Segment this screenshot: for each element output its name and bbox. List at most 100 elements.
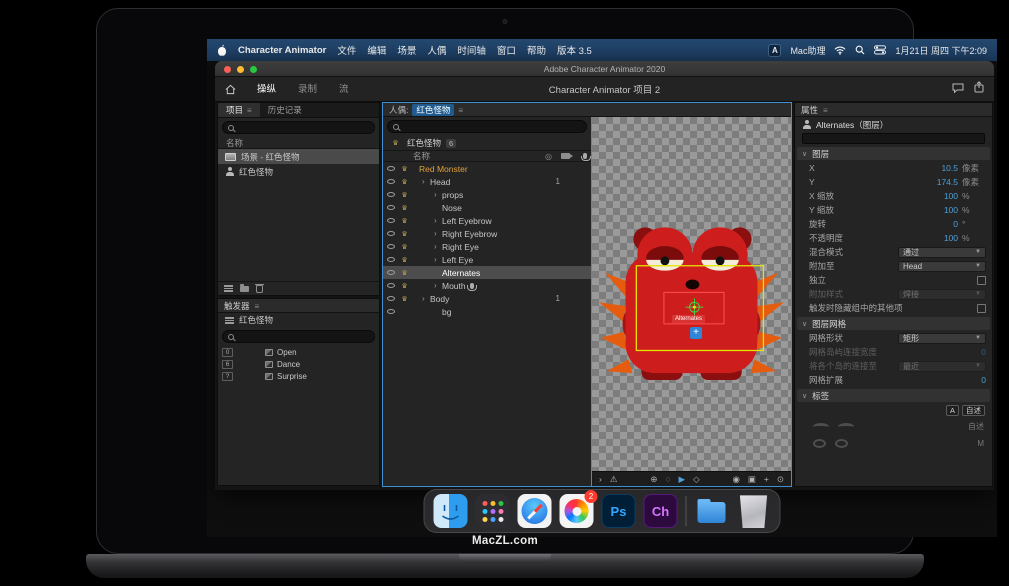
puppet-layer-row[interactable]: ♛ › Right Eyebrow [383, 227, 591, 240]
expander-arrow-icon[interactable]: › [434, 190, 442, 199]
menubar-menu-item[interactable]: 版本 3.5 [557, 43, 592, 57]
camera-icon[interactable]: ▣ [748, 474, 756, 485]
crown-icon[interactable]: ♛ [398, 204, 411, 212]
visibility-eye-icon[interactable] [383, 257, 398, 262]
visibility-eye-icon[interactable] [383, 218, 398, 223]
menubar-menu-item[interactable]: 时间轴 [457, 43, 486, 57]
property-value[interactable]: 0 [981, 375, 986, 385]
puppet-layer-row[interactable]: ♛ › Left Eyebrow [383, 214, 591, 227]
downloads-folder-dock-icon[interactable] [695, 494, 729, 528]
property-dropdown[interactable]: 焊接 ▼ [898, 289, 986, 300]
property-checkbox[interactable] [977, 276, 986, 285]
project-panel-tab[interactable]: 历史记录 [260, 103, 310, 117]
assistant-badge-icon[interactable]: A [768, 44, 781, 57]
expander-arrow-icon[interactable]: › [434, 242, 442, 251]
spotlight-search-icon[interactable] [855, 45, 865, 55]
layer-name-field[interactable] [802, 133, 985, 144]
add-trigger-button[interactable] [690, 327, 702, 339]
tag-badge[interactable]: 自述 [962, 405, 985, 416]
puppet-pin-tool-icon[interactable]: ◇ [693, 474, 700, 485]
photoshop-dock-icon[interactable]: Ps [602, 494, 636, 528]
menubar-datetime[interactable]: 1月21日 周四 下午2:09 [895, 44, 987, 57]
lasso-tool-icon[interactable]: ◌ [665, 474, 670, 484]
puppet-layer-row[interactable]: ♛ › Body 1 [383, 292, 591, 305]
tag-badge[interactable]: A [946, 405, 959, 416]
trigger-row[interactable]: 6 Dance [218, 358, 379, 370]
puppet-layer-row[interactable]: ♛ › Right Eye [383, 240, 591, 253]
puppet-layer-row[interactable]: ♛ › bg [383, 305, 591, 318]
control-center-icon[interactable] [874, 45, 886, 55]
crown-icon[interactable]: ♛ [398, 243, 411, 251]
new-folder-icon[interactable] [240, 286, 249, 292]
puppet-root-row[interactable]: ♛ 红色怪物 6 [383, 136, 591, 150]
visibility-eye-icon[interactable] [383, 179, 398, 184]
wifi-icon[interactable] [834, 46, 846, 55]
property-value[interactable]: 0 [953, 219, 958, 229]
panel-menu-icon[interactable] [247, 103, 252, 118]
project-panel-tab[interactable]: 项目 [218, 103, 260, 117]
puppet-layer-row[interactable]: ♛ › props [383, 188, 591, 201]
menubar-menu-item[interactable]: 窗口 [497, 43, 516, 57]
property-dropdown[interactable]: 通过 ▼ [898, 247, 986, 258]
color-wheel-app-dock-icon[interactable]: 2 [560, 494, 594, 528]
puppet-search-input[interactable] [387, 120, 587, 133]
puppet-layer-row[interactable]: ♛ › Left Eye [383, 253, 591, 266]
trigger-row[interactable]: 0 Open [218, 346, 379, 358]
crown-icon[interactable]: ♛ [398, 282, 411, 290]
hand-tool-icon[interactable]: ⊕ [650, 474, 657, 485]
tag-ghost-row[interactable]: 自述 [795, 418, 992, 435]
center-view-icon[interactable]: ⊙ [777, 474, 784, 485]
visibility-eye-icon[interactable] [383, 205, 398, 210]
visibility-eye-icon[interactable] [383, 192, 398, 197]
property-value[interactable]: 0 [981, 347, 986, 357]
menubar-menu-item[interactable]: 人偶 [427, 43, 446, 57]
puppet-layer-row[interactable]: ♛ › Mouth [383, 279, 591, 292]
property-value[interactable]: 100 [944, 233, 958, 243]
expander-arrow-icon[interactable]: › [434, 255, 442, 264]
mesh-section-header[interactable]: ∨ 图层网格 [797, 317, 990, 330]
menubar-menu-item[interactable]: 编辑 [367, 43, 386, 57]
select-tool-icon[interactable]: ▶ [679, 474, 686, 485]
expander-arrow-icon[interactable]: › [434, 216, 442, 225]
apple-logo-icon[interactable] [217, 44, 227, 56]
crown-icon[interactable]: ♛ [398, 217, 411, 225]
triggers-search-input[interactable] [222, 330, 375, 343]
expander-arrow-icon[interactable]: › [422, 294, 430, 303]
property-value[interactable]: 100 [944, 205, 958, 215]
menubar-menu-item[interactable]: 帮助 [527, 43, 546, 57]
expand-icon[interactable]: › [599, 474, 602, 484]
pin-icon[interactable]: + [764, 474, 769, 484]
puppet-layer-row[interactable]: ♛ › Head 1 [383, 175, 591, 188]
visibility-eye-icon[interactable] [383, 283, 398, 288]
scene-canvas[interactable]: Alternates › ⚠ ⊕ ◌ ▶ ◇ ◉ [591, 117, 791, 486]
trash-dock-icon[interactable] [737, 494, 771, 528]
zoom-window-button[interactable] [250, 66, 257, 73]
visibility-eye-icon[interactable] [383, 296, 398, 301]
trash-icon[interactable] [256, 285, 263, 293]
close-window-button[interactable] [224, 66, 231, 73]
property-value[interactable]: 100 [944, 191, 958, 201]
safari-dock-icon[interactable] [518, 494, 552, 528]
panel-menu-icon[interactable] [255, 301, 260, 311]
property-dropdown[interactable]: 矩形 ▼ [898, 333, 986, 344]
minimize-window-button[interactable] [237, 66, 244, 73]
solo-icon[interactable]: ◎ [545, 152, 552, 161]
visibility-eye-icon[interactable] [383, 231, 398, 236]
expander-arrow-icon[interactable]: › [422, 177, 430, 186]
property-checkbox[interactable] [977, 304, 986, 313]
panel-menu-icon[interactable] [823, 105, 828, 115]
menubar-menu-item[interactable]: 场景 [397, 43, 416, 57]
menubar-app-name[interactable]: Character Animator [238, 45, 326, 56]
property-dropdown[interactable]: Head ▼ [898, 261, 986, 272]
triggers-puppet-row[interactable]: 红色怪物 [218, 313, 379, 327]
record-icon[interactable]: ◉ [732, 474, 739, 485]
project-item-row[interactable]: 红色怪物 [218, 164, 379, 179]
project-item-row[interactable]: 场景 - 红色怪物 [218, 149, 379, 164]
camera-icon[interactable] [561, 153, 570, 159]
expander-arrow-icon[interactable]: › [434, 281, 442, 290]
mic-icon[interactable] [583, 153, 587, 159]
home-icon[interactable] [225, 84, 236, 95]
visibility-eye-icon[interactable] [383, 166, 398, 171]
character-animator-dock-icon[interactable]: Ch [644, 494, 678, 528]
layer-section-header[interactable]: ∨ 图层 [797, 147, 990, 160]
